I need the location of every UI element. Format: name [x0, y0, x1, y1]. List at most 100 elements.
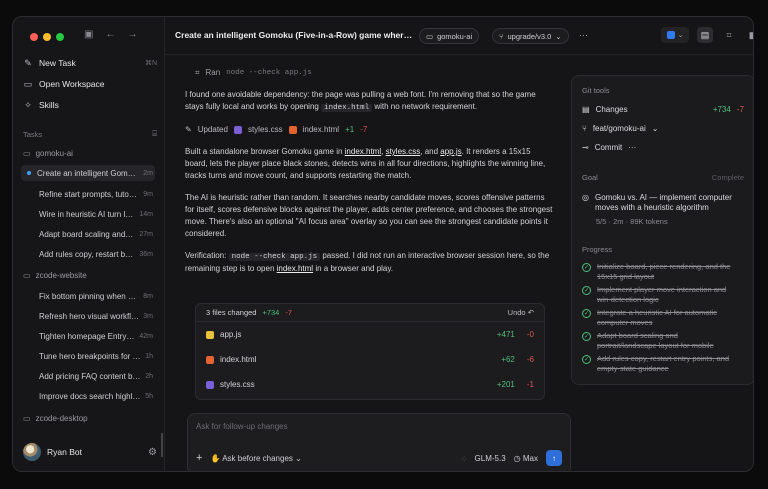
deletions-count: -7 [285, 307, 293, 317]
task-item[interactable]: Fix bottom pinning when scrolling 8m [37, 288, 155, 304]
additions-count: +734 [712, 105, 731, 114]
task-title: Adapt board scaling and layout [39, 229, 135, 239]
sidebar-scrollbar[interactable] [161, 433, 163, 457]
open-in-app-button[interactable]: ⌄ [661, 27, 689, 43]
active-indicator [27, 171, 31, 175]
effort-label: Max [522, 453, 538, 463]
composer-placeholder[interactable]: Ask for follow-up changes [196, 422, 288, 431]
file-link[interactable]: styles.css [386, 147, 421, 156]
branch-name: upgrade/v3.0 [507, 31, 552, 41]
permission-mode-selector[interactable]: ✋ Ask before changes ⌄ [210, 454, 301, 463]
tasks-section-header: Tasks ⌸ [23, 129, 157, 139]
chat-transcript: ⌗ Ran node --check app.js I found one av… [185, 67, 555, 400]
composer[interactable]: Ask for follow-up changes + ✋ Ask before… [187, 413, 571, 471]
task-item[interactable]: Improve docs search highlighting 5h [37, 388, 155, 404]
workspace-name: gomoku-ai [437, 31, 473, 41]
progress-text: Implement player move interaction and wi… [597, 285, 727, 304]
minimize-window-button[interactable] [43, 33, 51, 41]
additions-count: +734 [262, 307, 280, 317]
goal-label: Goal [582, 173, 598, 182]
task-age: 8m [143, 292, 153, 300]
undo-label: Undo [507, 307, 526, 317]
avatar [23, 443, 41, 461]
progress-text: Add rules copy, restart entry points, an… [597, 354, 730, 373]
changed-file-row[interactable]: styles.css +201 -1 [196, 372, 544, 397]
nav-new-task[interactable]: ✎ New Task ⌘N [23, 55, 157, 71]
html-file-icon [288, 126, 297, 134]
send-button[interactable]: ↑ [546, 450, 562, 466]
task-item[interactable]: Refine start prompts, tutorial 9m [37, 186, 155, 202]
chevron-down-icon: ⌄ [295, 453, 302, 463]
css-file-icon [233, 126, 242, 134]
file-link[interactable]: app.js [440, 147, 461, 156]
nav-label: Skills [39, 100, 59, 110]
more-icon[interactable]: ··· [628, 143, 636, 152]
sidebar-toggle-icon[interactable]: ▣ [84, 29, 93, 40]
user-profile[interactable]: Ryan Bot ⚙ [23, 441, 157, 463]
commit-row[interactable]: ⊸ Commit ··· [582, 143, 744, 152]
task-item[interactable]: Tune hero breakpoints for mobile 1h [37, 348, 155, 364]
branch-selector[interactable]: ⑂ upgrade/v3.0 ⌄ [492, 28, 569, 44]
task-title: Improve docs search highlighting [39, 391, 141, 401]
app-icon [666, 31, 675, 39]
task-group-zcode-website[interactable]: ▭ zcode-website [23, 271, 87, 280]
additions-count: +471 [496, 329, 515, 339]
task-title: Create an intelligent Gomoku (Five-in-a-… [37, 168, 140, 178]
folder-icon: ▭ [23, 78, 33, 89]
back-arrow-icon[interactable]: ← [105, 29, 115, 40]
task-age: 3m [143, 312, 153, 320]
updated-files-line[interactable]: ✎ Updated styles.css index.html +1 -7 [185, 124, 555, 136]
nav-label: New Task [39, 58, 76, 68]
task-age: 9m [143, 190, 153, 198]
model-selector[interactable]: GLM-5.3 [475, 454, 506, 463]
file-link[interactable]: index.html [345, 147, 381, 156]
changes-row[interactable]: ▤ Changes +734 -7 [582, 105, 744, 114]
plus-icon[interactable]: + [196, 452, 202, 464]
file-name: index.html [302, 125, 340, 134]
effort-selector[interactable]: ◷ Max [514, 454, 538, 463]
commit-icon: ⊸ [582, 143, 589, 152]
task-item[interactable]: Add rules copy, restart button 36m [37, 246, 155, 262]
additions-count: +201 [496, 379, 515, 389]
nav-skills[interactable]: ✧ Skills [23, 97, 157, 113]
task-group-gomoku-ai[interactable]: ▭ gomoku-ai [23, 149, 73, 158]
changed-file-row[interactable]: index.html +62 -6 [196, 347, 544, 372]
panel-toggle-icon[interactable]: ▤ [697, 27, 713, 43]
nav-open-workspace[interactable]: ▭ Open Workspace [23, 76, 157, 92]
file-name: styles.css [247, 125, 283, 134]
progress-text: Adapt board scaling and portrait/landsca… [597, 331, 714, 350]
terminal-icon[interactable]: ⌗ [721, 27, 737, 43]
task-group-zcode-desktop[interactable]: ▭ zcode-desktop [23, 414, 88, 423]
progress-text: Integrate a heuristic AI for automatic c… [597, 308, 718, 327]
gear-icon[interactable]: ⚙ [148, 447, 157, 458]
branch-row[interactable]: ⑂ feat/gomoku-ai ⌄ [582, 124, 744, 133]
task-title: Refresh hero visual workflow [39, 311, 140, 321]
deletions-count: -7 [736, 105, 744, 114]
more-options-button[interactable]: ··· [579, 30, 588, 40]
task-item[interactable]: Tighten homepage Entry copy 42m [37, 328, 155, 344]
progress-item: ✓ Implement player move interaction and … [582, 285, 732, 305]
goal-status: Complete [711, 173, 744, 182]
group-name: zcode-website [35, 271, 87, 280]
task-item-active[interactable]: Create an intelligent Gomoku (Five-in-a-… [21, 165, 155, 181]
undo-button[interactable]: Undo ↶ [508, 307, 534, 319]
forward-arrow-icon[interactable]: → [127, 29, 137, 40]
task-item[interactable]: Refresh hero visual workflow 3m [37, 308, 155, 324]
task-age: 5h [145, 392, 153, 400]
task-item[interactable]: Add pricing FAQ content block 2h [37, 368, 155, 384]
zoom-window-button[interactable] [56, 33, 64, 41]
archive-icon[interactable]: ⌸ [152, 129, 157, 139]
workspace-pill[interactable]: ▭ gomoku-ai [419, 28, 480, 44]
inline-code: index.html [321, 104, 373, 112]
close-window-button[interactable] [30, 33, 38, 41]
task-item[interactable]: Adapt board scaling and layout 27m [37, 226, 155, 242]
run-command-line[interactable]: ⌗ Ran node --check app.js [185, 67, 555, 79]
changed-file-row[interactable]: app.js +471 -0 [196, 322, 544, 347]
file-link[interactable]: index.html [277, 264, 313, 273]
sidebar: ▣ ← → ✎ New Task ⌘N ▭ Open Workspace ✧ S… [13, 17, 165, 471]
progress-item: ✓ Adapt board scaling and portrait/lands… [582, 331, 732, 351]
goal-text: Gomoku vs. AI — implement computer moves… [594, 193, 732, 212]
split-view-icon[interactable]: ◧ [745, 27, 753, 43]
task-title: Tune hero breakpoints for mobile [39, 351, 141, 361]
task-item[interactable]: Wire in heuristic AI turn logic 14m [37, 206, 155, 222]
